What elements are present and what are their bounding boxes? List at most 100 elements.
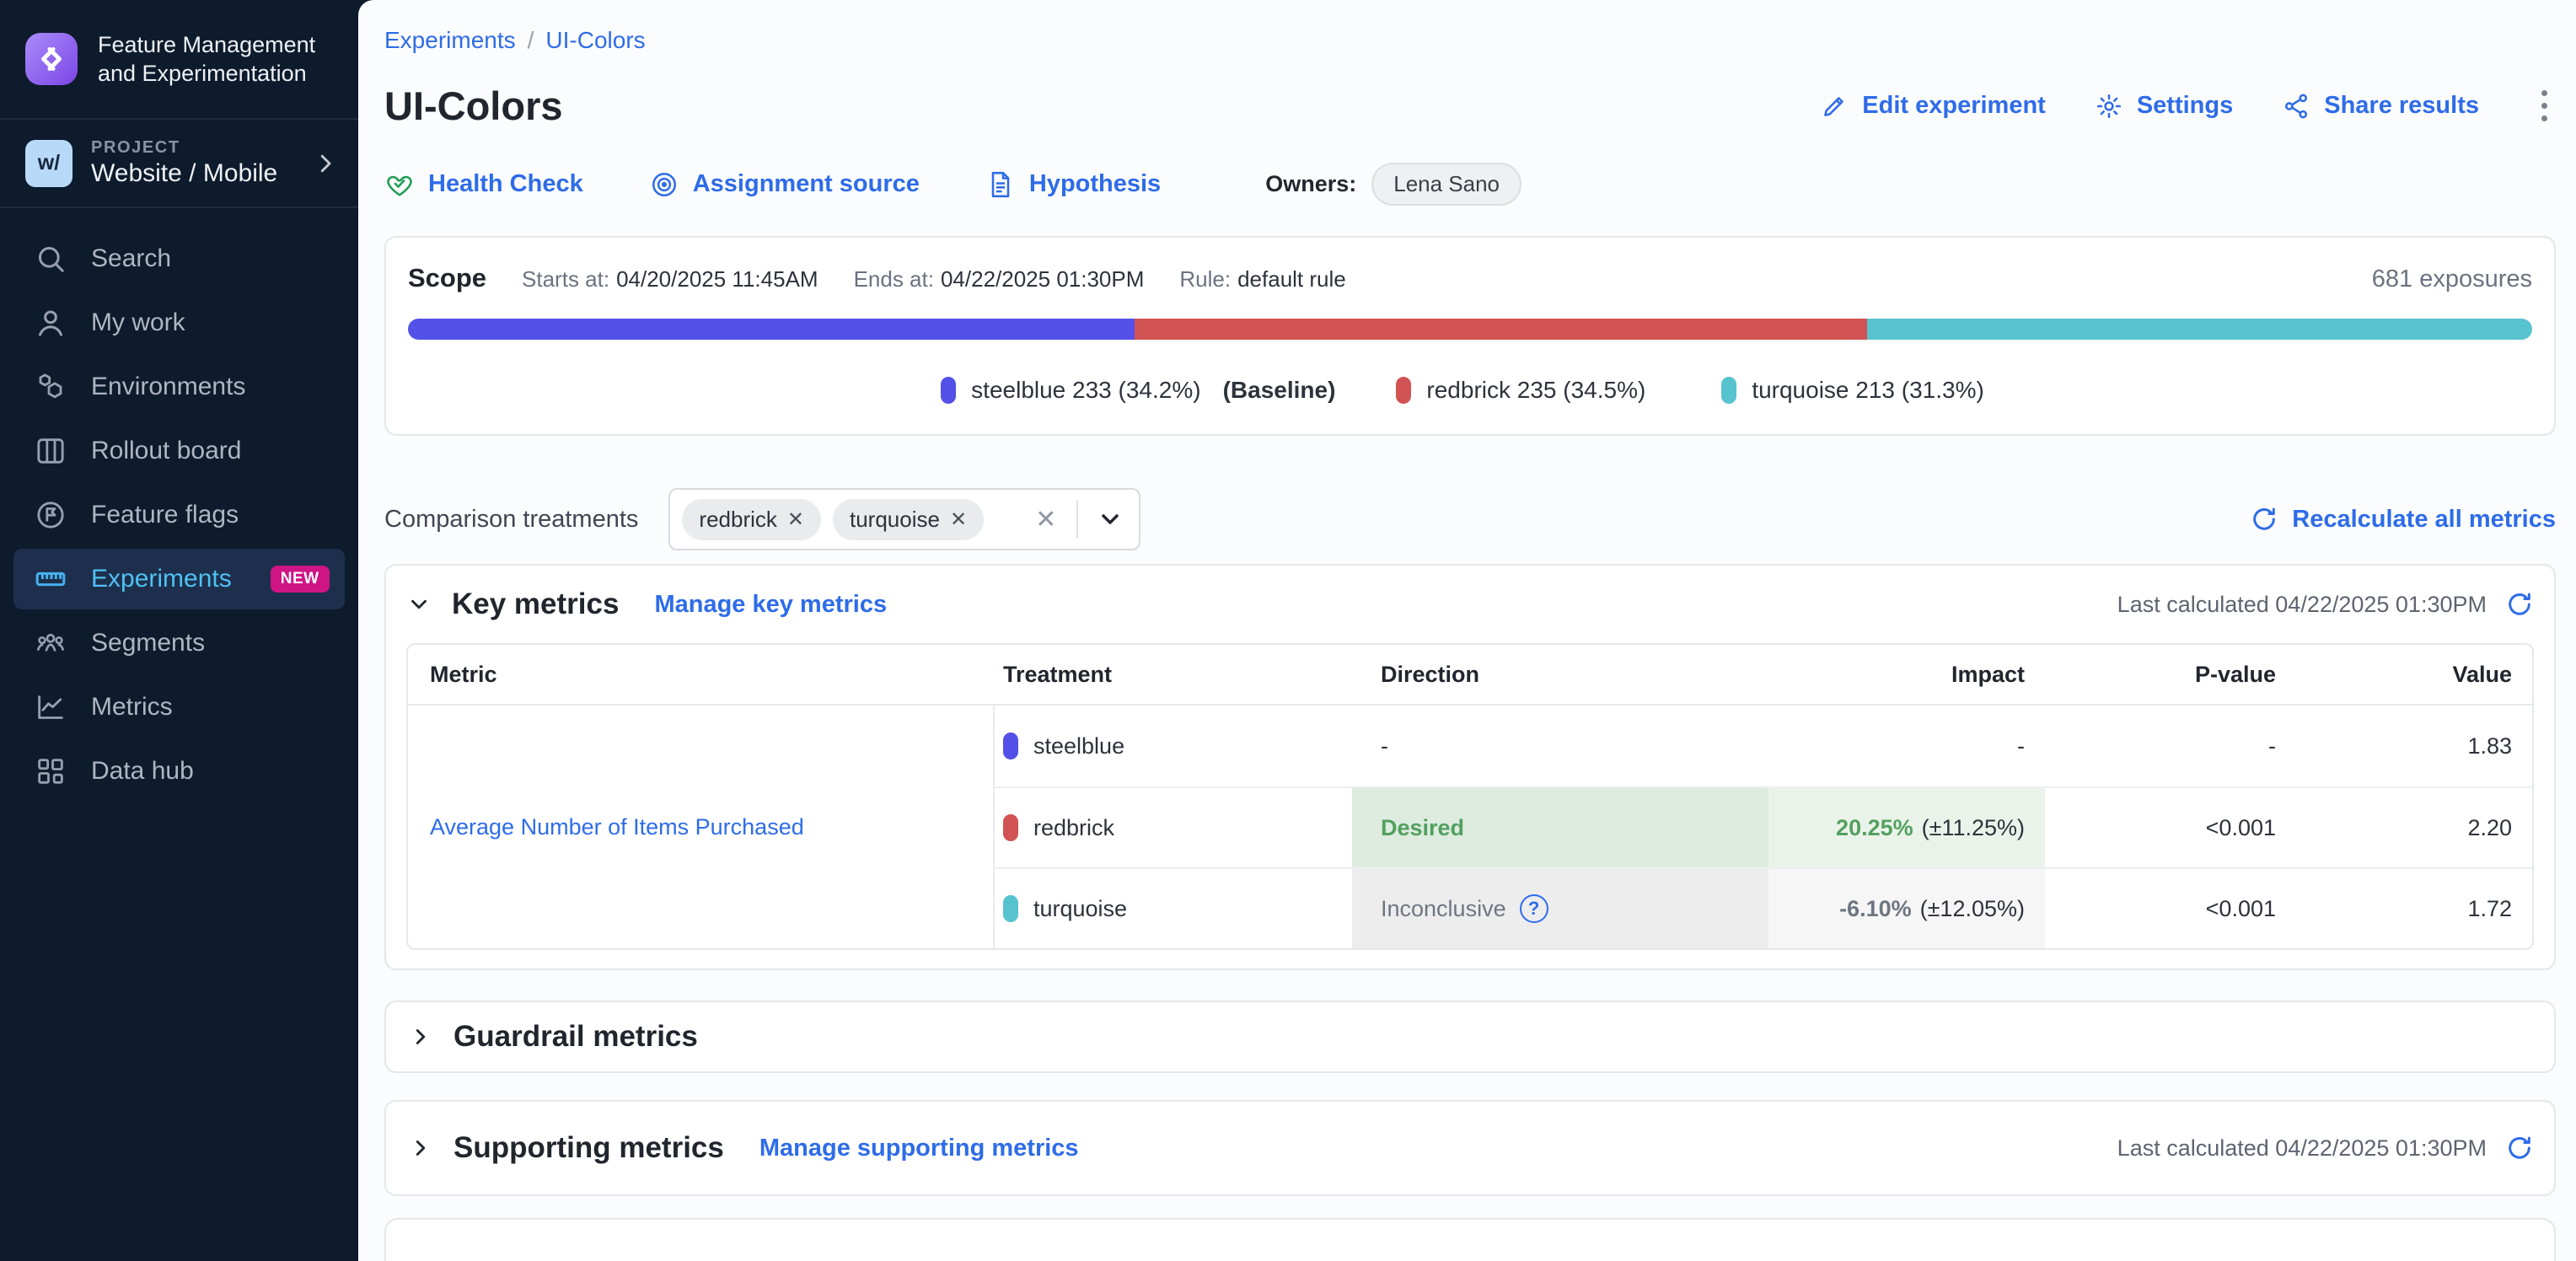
sidebar-item-label: Environments [91, 373, 245, 401]
legend-item-steelblue: steelblue 233 (34.2%) (Baseline) [941, 377, 1335, 404]
sidebar-item-experiments[interactable]: Experiments NEW [13, 549, 345, 609]
remove-chip-icon[interactable]: ✕ [950, 507, 967, 532]
chip-redbrick[interactable]: redbrick✕ [682, 499, 821, 540]
manage-key-metrics-link[interactable]: Manage key metrics [654, 591, 887, 619]
sidebar-item-environments[interactable]: Environments [0, 355, 358, 419]
turquoise-swatch [1721, 377, 1736, 404]
bar-segment-redbrick [1135, 319, 1867, 340]
sidebar-item-rollout-board[interactable]: Rollout board [0, 419, 358, 483]
exposures-count: 681 exposures [2372, 266, 2532, 293]
turquoise-swatch [1003, 895, 1018, 922]
user-icon [34, 306, 67, 340]
expand-section-icon[interactable] [408, 1135, 433, 1161]
sidebar-item-label: Metrics [91, 693, 173, 722]
legend-item-redbrick: redbrick 235 (34.5%) [1396, 377, 1661, 404]
treatment-cell-redbrick: redbrick [995, 786, 1352, 867]
document-icon [985, 169, 1016, 200]
people-icon [34, 626, 67, 660]
sidebar-nav: Search My work Environments Rollout boar… [0, 208, 358, 803]
environments-icon [34, 370, 67, 404]
sidebar-item-label: Feature flags [91, 501, 239, 529]
redbrick-swatch [1396, 377, 1411, 404]
breadcrumb-experiments-link[interactable]: Experiments [384, 27, 516, 54]
sidebar-item-label: My work [91, 309, 185, 337]
guardrail-metrics-title: Guardrail metrics [453, 1020, 698, 1054]
collapse-section-icon[interactable] [406, 592, 432, 617]
key-metrics-last-calculated: Last calculated 04/22/2025 01:30PM [2117, 592, 2487, 618]
impact-cell: - [1768, 706, 2045, 786]
help-icon[interactable]: ? [1520, 894, 1548, 923]
project-name: Website / Mobile [91, 159, 294, 188]
scope-title: Scope [408, 263, 486, 293]
settings-button[interactable]: Settings [2095, 92, 2233, 121]
metric-link[interactable]: Average Number of Items Purchased [430, 814, 804, 840]
p-value-cell: <0.001 [2045, 867, 2296, 948]
share-results-button[interactable]: Share results [2282, 92, 2479, 121]
baseline-label: (Baseline) [1223, 377, 1336, 404]
sidebar-item-my-work[interactable]: My work [0, 291, 358, 355]
comparison-treatments-label: Comparison treatments [384, 506, 638, 534]
steelblue-swatch [1003, 732, 1018, 759]
select-divider [1076, 501, 1078, 538]
col-header-value: Value [2296, 645, 2532, 706]
sidebar-item-label: Rollout board [91, 437, 241, 465]
sidebar-item-feature-flags[interactable]: Feature flags [0, 483, 358, 547]
supporting-last-calculated: Last calculated 04/22/2025 01:30PM [2117, 1135, 2487, 1162]
app-title: Feature Management and Experimentation [98, 30, 335, 88]
scope-card: Scope Starts at:04/20/2025 11:45AM Ends … [384, 236, 2556, 436]
project-avatar: w/ [25, 140, 72, 187]
col-header-direction: Direction [1352, 645, 1768, 706]
sidebar: Feature Management and Experimentation w… [0, 0, 358, 1261]
col-header-treatment: Treatment [995, 645, 1352, 706]
sidebar-item-search[interactable]: Search [0, 227, 358, 291]
more-actions-button[interactable] [2533, 85, 2556, 126]
value-cell: 1.83 [2296, 706, 2532, 786]
sidebar-item-segments[interactable]: Segments [0, 611, 358, 675]
project-selector[interactable]: w/ PROJECT Website / Mobile [0, 120, 358, 208]
next-section-card [384, 1218, 2556, 1261]
chevron-down-icon[interactable] [1090, 506, 1124, 533]
search-icon [34, 242, 67, 276]
scope-ends: Ends at:04/22/2025 01:30PM [854, 266, 1145, 292]
key-metrics-card: Key metrics Manage key metrics Last calc… [384, 564, 2556, 970]
bar-segment-turquoise [1867, 319, 2532, 340]
direction-cell-desired: Desired [1352, 786, 1768, 867]
supporting-metrics-card[interactable]: Supporting metrics Manage supporting met… [384, 1100, 2556, 1196]
sidebar-item-data-hub[interactable]: Data hub [0, 739, 358, 803]
refresh-icon[interactable] [2505, 1134, 2534, 1162]
refresh-icon[interactable] [2505, 590, 2534, 619]
pencil-icon [1820, 92, 1849, 121]
guardrail-metrics-card[interactable]: Guardrail metrics [384, 1001, 2556, 1073]
remove-chip-icon[interactable]: ✕ [787, 507, 804, 532]
sidebar-item-label: Data hub [91, 757, 194, 786]
comparison-treatments-select[interactable]: redbrick✕ turquoise✕ ✕ [668, 488, 1140, 550]
health-check-link[interactable]: Health Check [384, 169, 583, 200]
expand-section-icon[interactable] [408, 1024, 433, 1049]
flag-icon [34, 498, 67, 532]
manage-supporting-metrics-link[interactable]: Manage supporting metrics [759, 1135, 1079, 1162]
owner-chip[interactable]: Lena Sano [1371, 163, 1521, 206]
legend-item-turquoise: turquoise 213 (31.3%) [1721, 377, 1999, 404]
main-panel: Experiments / UI-Colors UI-Colors Edit e… [358, 0, 2576, 1261]
edit-experiment-button[interactable]: Edit experiment [1820, 92, 2046, 121]
impact-cell: -6.10%(±12.05%) [1768, 867, 2045, 948]
col-header-p-value: P-value [2045, 645, 2296, 706]
clear-selection-icon[interactable]: ✕ [1027, 505, 1065, 534]
refresh-icon [2250, 505, 2278, 534]
metric-cell: Average Number of Items Purchased [408, 706, 995, 948]
sidebar-item-metrics[interactable]: Metrics [0, 675, 358, 739]
value-cell: 2.20 [2296, 786, 2532, 867]
hypothesis-link[interactable]: Hypothesis [985, 169, 1161, 200]
breadcrumb-current-link[interactable]: UI-Colors [545, 27, 645, 54]
breadcrumb-separator: / [528, 27, 534, 54]
assignment-source-link[interactable]: Assignment source [649, 169, 920, 200]
value-cell: 1.72 [2296, 867, 2532, 948]
bullseye-icon [649, 169, 679, 200]
recalculate-all-metrics-button[interactable]: Recalculate all metrics [2250, 505, 2556, 534]
scope-rule: Rule:default rule [1179, 266, 1345, 292]
chart-icon [34, 690, 67, 724]
col-header-metric: Metric [408, 645, 995, 706]
sidebar-item-label: Segments [91, 629, 205, 657]
direction-cell-inconclusive: Inconclusive ? [1352, 867, 1768, 948]
chip-turquoise[interactable]: turquoise✕ [833, 499, 984, 540]
